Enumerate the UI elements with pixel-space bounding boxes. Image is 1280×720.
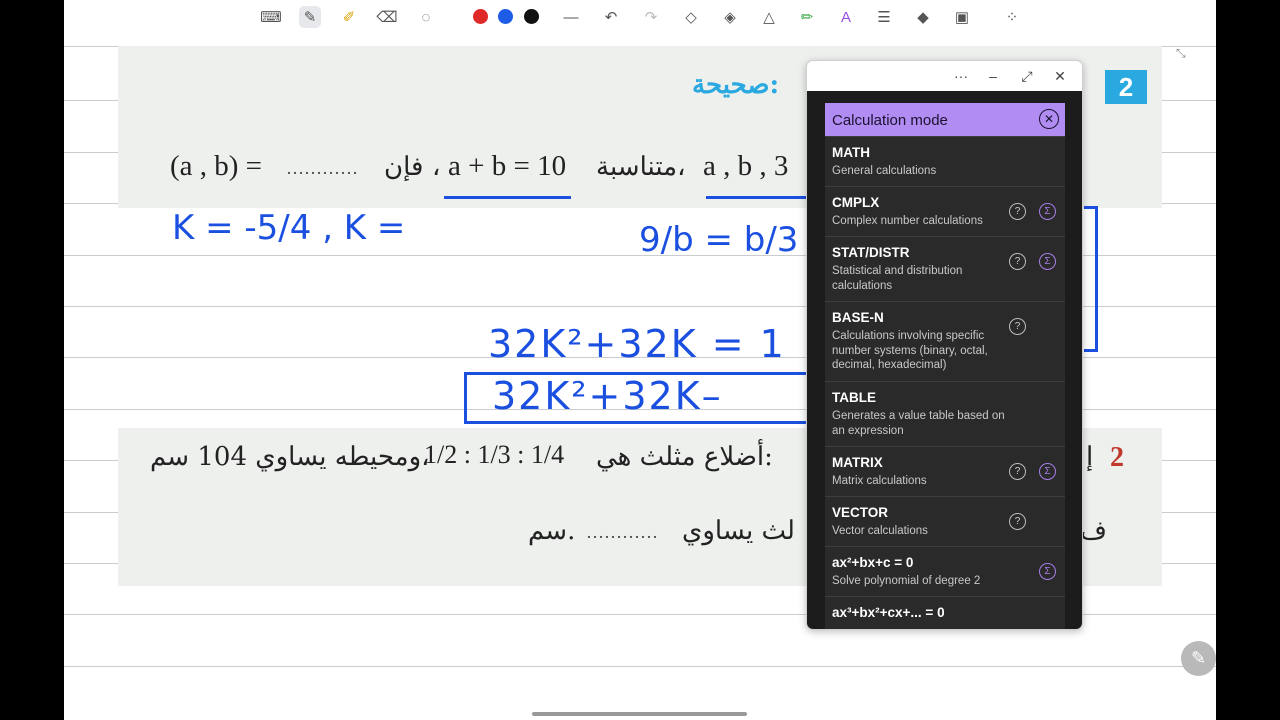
q2-line2-a: ف xyxy=(1080,516,1107,546)
sigma-icon[interactable]: Σ xyxy=(1039,463,1056,480)
help-icon[interactable]: ? xyxy=(1009,463,1026,480)
handwritten-equation: 32K²+32K = 1 xyxy=(488,322,786,366)
mode-item[interactable]: ax²+bx+c = 0 Solve polynomial of degree 2… xyxy=(825,546,1065,596)
q1-expression-sum: a + b = 10 xyxy=(448,150,567,182)
mode-description: Calculations involving specific number s… xyxy=(832,330,988,371)
lasso-icon[interactable]: ◌ xyxy=(415,6,437,28)
color-black[interactable] xyxy=(524,9,539,24)
mode-description: Matrix calculations xyxy=(832,475,927,487)
drawing-toolbar: ⌨ ✎ ✐ ⌫ ◌ — ↶ ↷ ◇ ◈ △ ✏ A ☰ ◆ ▣ ⁘ xyxy=(64,0,1216,34)
handwritten-equation-boxed: 32K²+32K– xyxy=(492,374,723,418)
mode-description: Generates a value table based on an expr… xyxy=(832,410,1005,437)
mode-title: MATRIX xyxy=(832,455,883,470)
ruled-line xyxy=(64,666,1216,667)
window-expand-icon[interactable]: ⤢ xyxy=(1017,66,1037,86)
calculator-body: Calculation mode ✕ MATH General calculati… xyxy=(807,91,1082,629)
handwritten-bracket xyxy=(1084,206,1098,352)
q1-comma: ، xyxy=(432,152,441,182)
mode-title: ax²+bx+c = 0 xyxy=(832,555,914,570)
color-red[interactable] xyxy=(473,9,488,24)
text-icon[interactable]: A xyxy=(835,6,857,28)
q2-text-c: ومحيطه يساوي 104 سم، xyxy=(150,442,430,472)
mode-item[interactable]: MATRIX Matrix calculations? Σ xyxy=(825,446,1065,496)
q2-line2-b: لث يساوي xyxy=(682,516,795,546)
laser-icon[interactable]: △ xyxy=(758,6,780,28)
question-badge: 2 xyxy=(1105,70,1147,104)
color-blue[interactable] xyxy=(498,9,513,24)
screen: ⌨ ✎ ✐ ⌫ ◌ — ↶ ↷ ◇ ◈ △ ✏ A ☰ ◆ ▣ ⁘ 2 صحيح… xyxy=(0,0,1280,720)
close-circle-icon[interactable]: ✕ xyxy=(1039,109,1059,129)
mode-item[interactable]: CMPLX Complex number calculations? Σ xyxy=(825,186,1065,236)
mode-title: TABLE xyxy=(832,390,876,405)
help-icon[interactable]: ? xyxy=(1009,253,1026,270)
text-box-icon[interactable]: ☰ xyxy=(873,6,895,28)
mode-description: Vector calculations xyxy=(832,525,928,537)
q2-text-b: أضلاع مثلث هي: xyxy=(596,442,773,472)
handwritten-k-values: K = -5/4 , K = xyxy=(172,208,406,248)
pencil-color-icon[interactable]: ✏ xyxy=(796,6,818,28)
ink-underline xyxy=(706,196,806,199)
q1-text-proportional: متناسبة، xyxy=(596,152,686,182)
handwritten-proportion: 9/b = b/3 xyxy=(639,220,799,260)
ink-underline xyxy=(444,196,571,199)
q2-fractions: 1/2 : 1/3 : 1/4 xyxy=(424,440,565,469)
shape-icon[interactable]: ◇ xyxy=(680,6,702,28)
calculator-window[interactable]: ··· – ⤢ ✕ Calculation mode ✕ MATH General… xyxy=(806,60,1083,630)
mode-title: CMPLX xyxy=(832,195,880,210)
redo-icon[interactable]: ↷ xyxy=(640,6,662,28)
section-heading: صحيحة: xyxy=(692,70,780,100)
highlighter-icon[interactable]: ✐ xyxy=(338,6,360,28)
mode-item[interactable]: VECTOR Vector calculations? xyxy=(825,496,1065,546)
mode-panel-header: Calculation mode ✕ xyxy=(825,103,1065,136)
lock-icon[interactable]: ▣ xyxy=(951,6,973,28)
mode-title: BASE-N xyxy=(832,310,884,325)
question-number: 2 xyxy=(1110,442,1124,473)
help-icon[interactable]: ? xyxy=(1009,318,1026,335)
window-close-icon[interactable]: ✕ xyxy=(1050,66,1070,86)
mode-description: General calculations xyxy=(832,165,937,177)
q1-expression-left: (a , b) = xyxy=(170,150,263,182)
mode-item[interactable]: TABLE Generates a value table based on an… xyxy=(825,381,1065,446)
home-indicator xyxy=(532,712,747,716)
mode-item[interactable]: STAT/DISTR Statistical and distribution c… xyxy=(825,236,1065,301)
mode-title: ax³+bx²+cx+... = 0 xyxy=(832,605,945,620)
mode-title: VECTOR xyxy=(832,505,889,520)
line-thickness-icon[interactable]: — xyxy=(560,6,582,28)
mode-title: STAT/DISTR xyxy=(832,245,910,260)
mode-panel-title: Calculation mode xyxy=(832,112,948,129)
q2-unit: سم. xyxy=(528,516,576,546)
help-icon[interactable]: ? xyxy=(1009,513,1026,530)
q1-expression-right: a , b , 3 xyxy=(703,150,789,182)
mode-description: Statistical and distribution calculation… xyxy=(832,265,963,292)
pencil-fab-icon[interactable]: ✎ xyxy=(1181,641,1216,676)
sticker-icon[interactable]: ◆ xyxy=(912,6,934,28)
q2-blank: ………… xyxy=(586,522,658,542)
help-icon[interactable]: ? xyxy=(1009,203,1026,220)
mode-description: Solve polynomial of degree 2 xyxy=(832,575,981,587)
calculation-mode-panel: Calculation mode ✕ MATH General calculati… xyxy=(825,103,1065,629)
window-more-icon[interactable]: ··· xyxy=(951,66,971,86)
eraser-icon[interactable]: ⌫ xyxy=(376,6,398,28)
sigma-icon[interactable]: Σ xyxy=(1039,203,1056,220)
mode-item[interactable]: ax³+bx²+cx+... = 0 xyxy=(825,596,1065,629)
mode-item[interactable]: BASE-N Calculations involving specific nu… xyxy=(825,301,1065,381)
q1-text-then: فإن xyxy=(384,152,424,182)
window-title-bar[interactable]: ··· – ⤢ ✕ xyxy=(807,61,1082,91)
mode-item[interactable]: MATH General calculations xyxy=(825,136,1065,186)
q1-blank: ………… xyxy=(286,158,358,178)
sigma-icon[interactable]: Σ xyxy=(1039,563,1056,580)
sigma-icon[interactable]: Σ xyxy=(1039,253,1056,270)
q2-text-a: إ xyxy=(1086,442,1094,472)
mode-description: Complex number calculations xyxy=(832,215,983,227)
mode-title: MATH xyxy=(832,145,870,160)
tape-icon[interactable]: ◈ xyxy=(719,6,741,28)
pen-icon[interactable]: ✎ xyxy=(299,6,321,28)
more-icon[interactable]: ⁘ xyxy=(1001,6,1023,28)
shrink-icon[interactable]: ⤡ xyxy=(1176,46,1186,61)
keyboard-icon[interactable]: ⌨ xyxy=(260,6,282,28)
window-minimize-icon[interactable]: – xyxy=(983,66,1003,86)
undo-icon[interactable]: ↶ xyxy=(600,6,622,28)
